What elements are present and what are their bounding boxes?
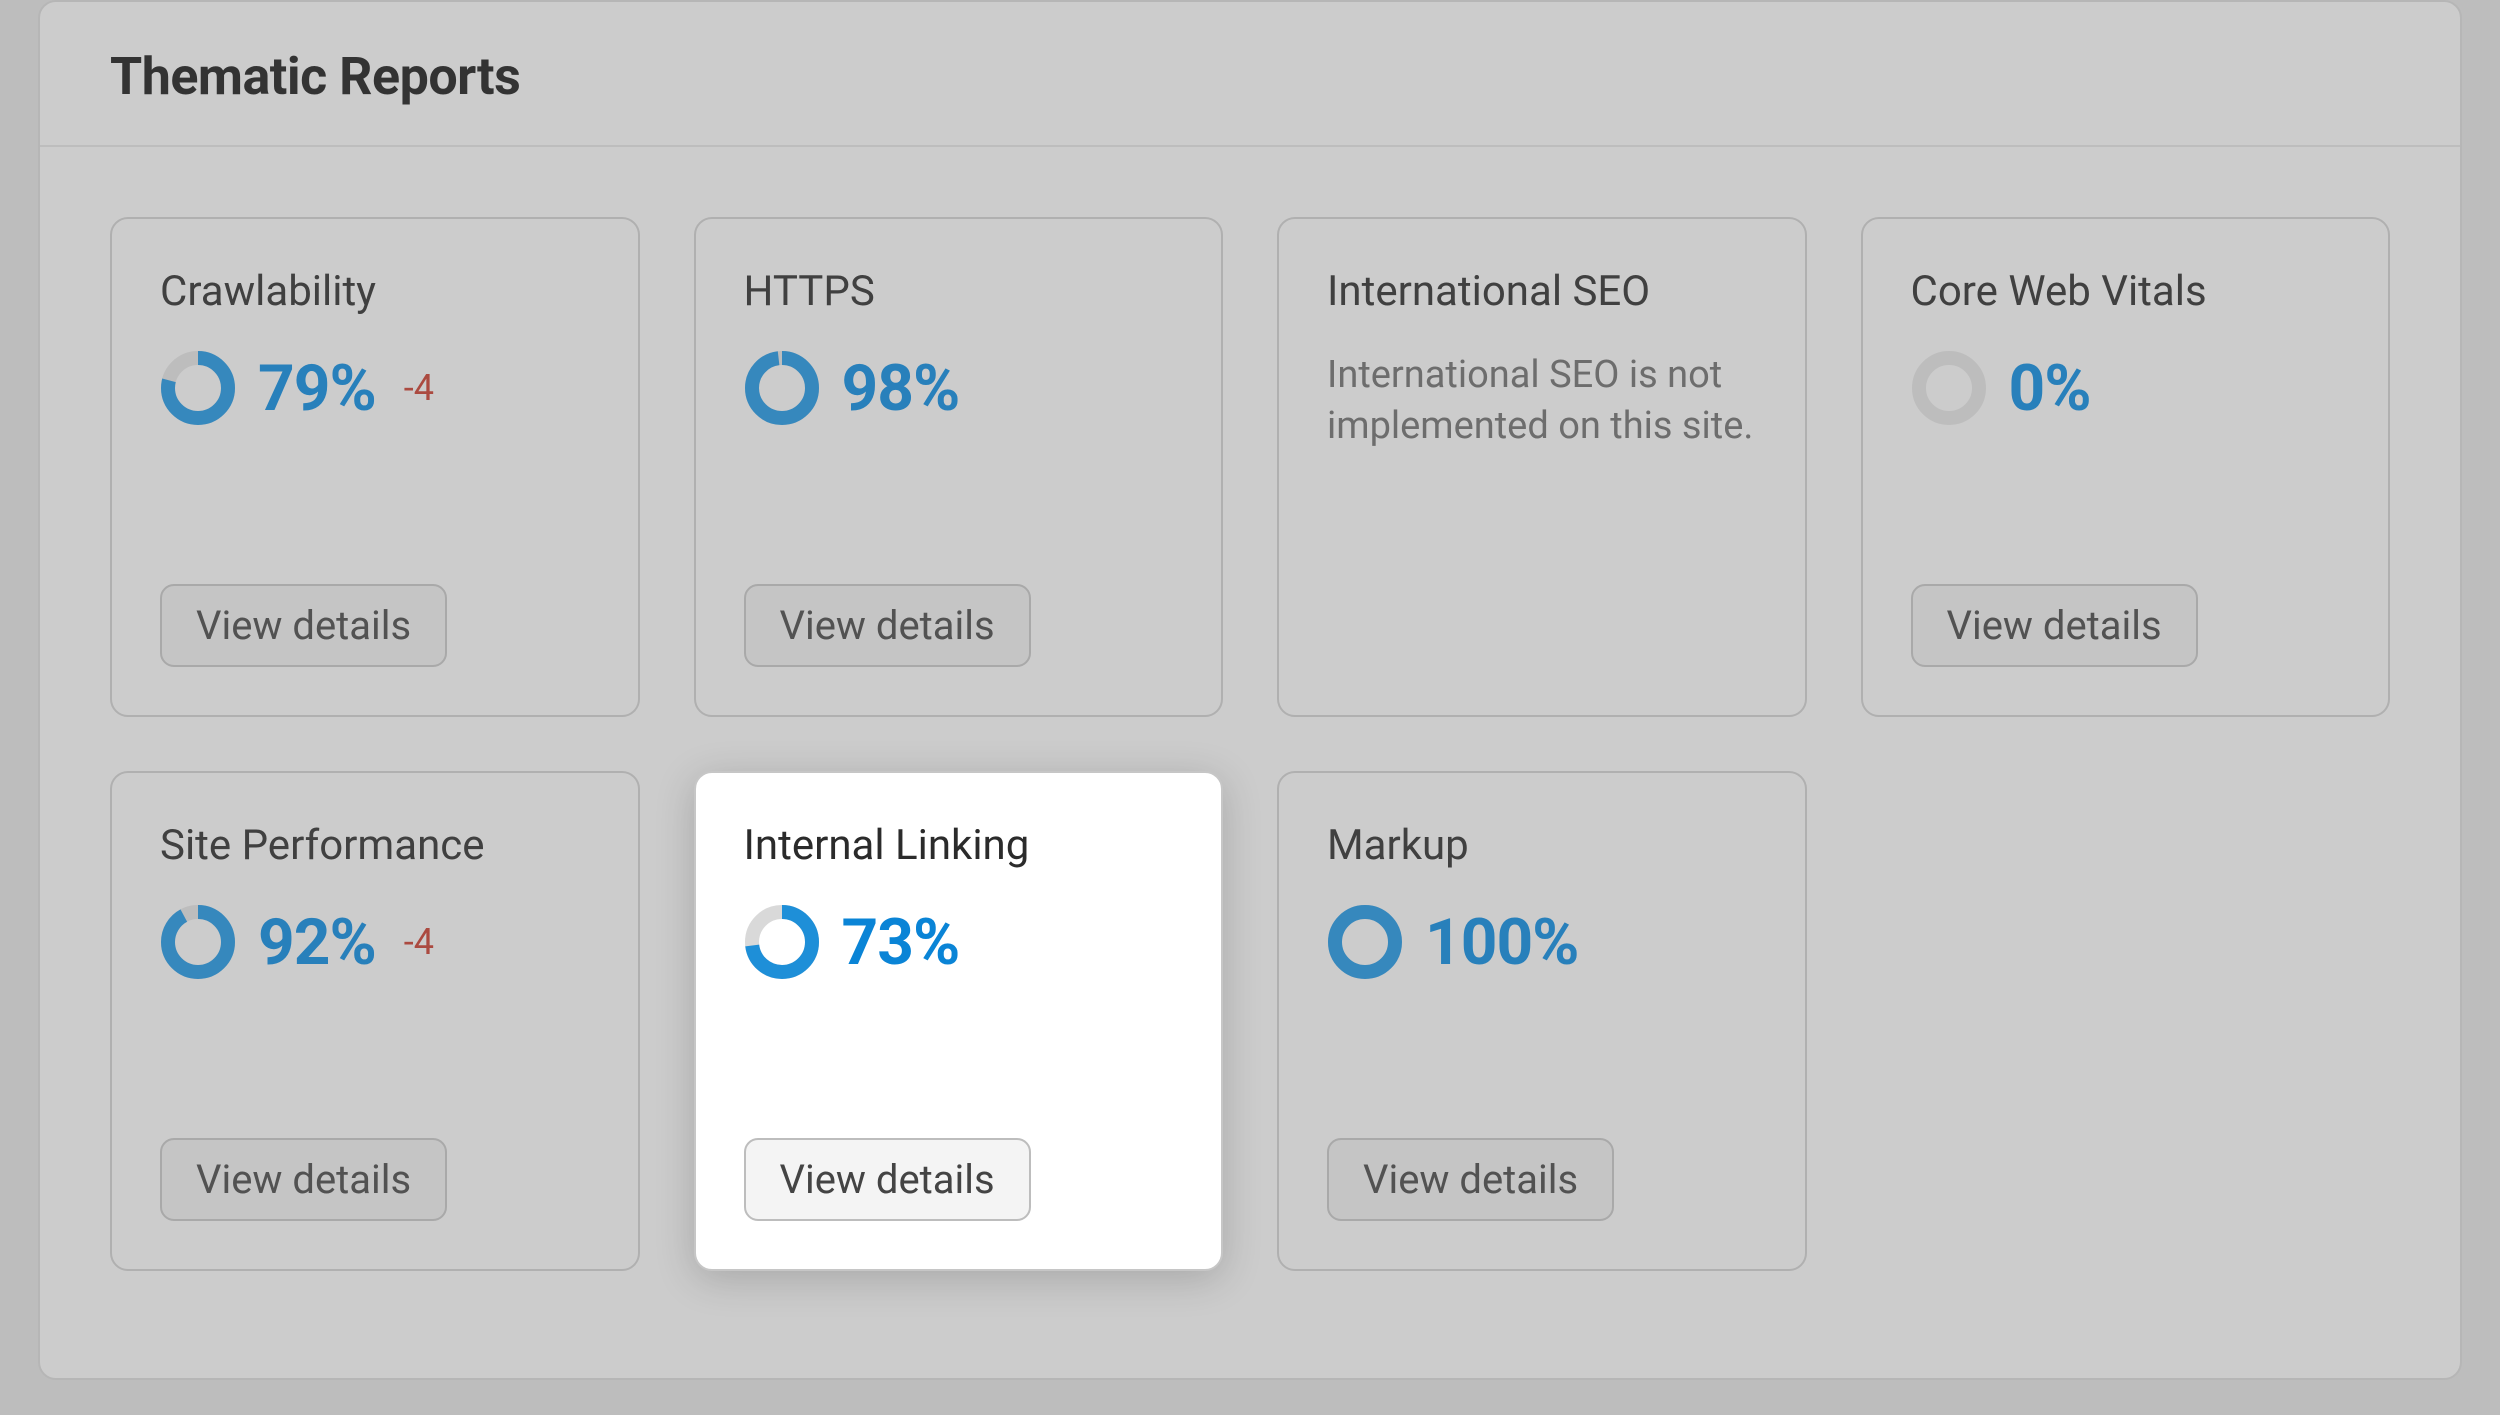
report-card-internal-linking: Internal Linking 73% View details <box>694 771 1224 1271</box>
metric-row: 100% <box>1327 904 1757 980</box>
percent-value: 98% <box>842 351 960 426</box>
view-details-button[interactable]: View details <box>1327 1138 1614 1221</box>
card-message: International SEO is not implemented on … <box>1327 350 1757 453</box>
progress-donut-icon <box>744 350 820 426</box>
cards-grid: Crawlability 79% -4 View details HTTPS 98%… <box>40 147 2460 1341</box>
metric-row: 79% -4 <box>160 350 590 426</box>
report-card-markup: Markup 100% View details <box>1277 771 1807 1271</box>
metric-row: 98% <box>744 350 1174 426</box>
progress-donut-icon <box>1911 350 1987 426</box>
card-title: HTTPS <box>744 267 1174 316</box>
report-card-https: HTTPS 98% View details <box>694 217 1224 717</box>
report-card-international-seo: International SEO International SEO is no… <box>1277 217 1807 717</box>
report-card-site-performance: Site Performance 92% -4 View details <box>110 771 640 1271</box>
metric-row: 73% <box>744 904 1174 980</box>
view-details-button[interactable]: View details <box>744 584 1031 667</box>
view-details-button[interactable]: View details <box>1911 584 2198 667</box>
card-title: Internal Linking <box>744 821 1174 870</box>
percent-value: 100% <box>1425 905 1578 980</box>
panel-title: Thematic Reports <box>110 46 2390 107</box>
metric-row: 92% -4 <box>160 904 590 980</box>
panel-header: Thematic Reports <box>40 2 2460 147</box>
percent-value: 0% <box>2009 351 2091 426</box>
card-title: International SEO <box>1327 267 1757 316</box>
card-title: Crawlability <box>160 267 590 316</box>
progress-donut-icon <box>160 904 236 980</box>
card-title: Markup <box>1327 821 1757 870</box>
card-title: Core Web Vitals <box>1911 267 2341 316</box>
progress-donut-icon <box>160 350 236 426</box>
card-title: Site Performance <box>160 821 590 870</box>
report-card-crawlability: Crawlability 79% -4 View details <box>110 217 640 717</box>
report-card-core-web-vitals: Core Web Vitals 0% View details <box>1861 217 2391 717</box>
thematic-reports-panel: Thematic Reports Crawlability 79% -4 View … <box>38 0 2462 1380</box>
delta-value: -4 <box>404 367 434 409</box>
progress-donut-icon <box>744 904 820 980</box>
view-details-button[interactable]: View details <box>160 584 447 667</box>
view-details-button[interactable]: View details <box>160 1138 447 1221</box>
delta-value: -4 <box>404 921 434 963</box>
progress-donut-icon <box>1327 904 1403 980</box>
percent-value: 79% <box>258 351 376 426</box>
metric-row: 0% <box>1911 350 2341 426</box>
view-details-button[interactable]: View details <box>744 1138 1031 1221</box>
percent-value: 73% <box>842 905 960 980</box>
percent-value: 92% <box>258 905 376 980</box>
